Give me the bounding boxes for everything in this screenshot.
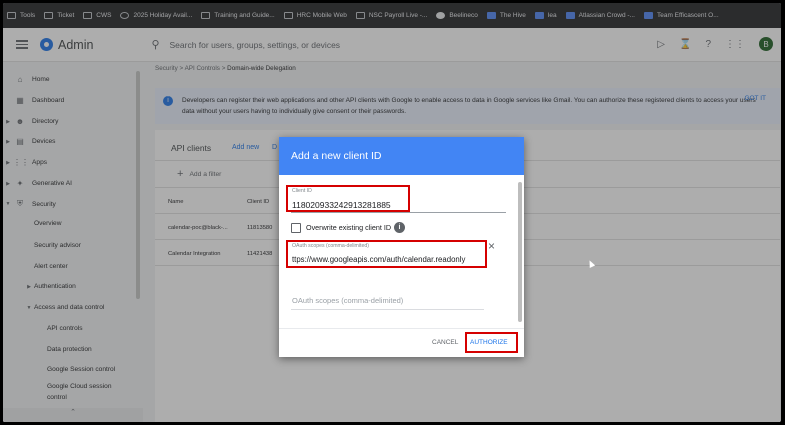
overwrite-checkbox[interactable]: [291, 223, 301, 233]
browser-window: Tools Ticket CWS 2025 Holiday Avail... T…: [3, 3, 781, 422]
add-client-id-dialog: Add a new client ID Client ID 1180209332…: [279, 137, 524, 357]
dialog-title: Add a new client ID: [279, 137, 524, 175]
dialog-footer: CANCEL AUTHORIZE: [279, 328, 524, 357]
cancel-button[interactable]: CANCEL: [432, 339, 458, 346]
empty-field-underline: [291, 309, 484, 310]
oauth-scopes-empty-field[interactable]: OAuth scopes (comma-delimited): [292, 296, 403, 305]
highlight-oauth-scopes: [286, 240, 487, 268]
overwrite-label: Overwrite existing client ID: [306, 223, 392, 232]
info-icon[interactable]: i: [394, 222, 405, 233]
dialog-scrollbar[interactable]: [518, 182, 522, 322]
highlight-authorize: [465, 332, 518, 353]
clear-scopes-icon[interactable]: ×: [488, 239, 495, 253]
client-id-underline: [291, 212, 506, 213]
highlight-client-id: [286, 185, 410, 212]
